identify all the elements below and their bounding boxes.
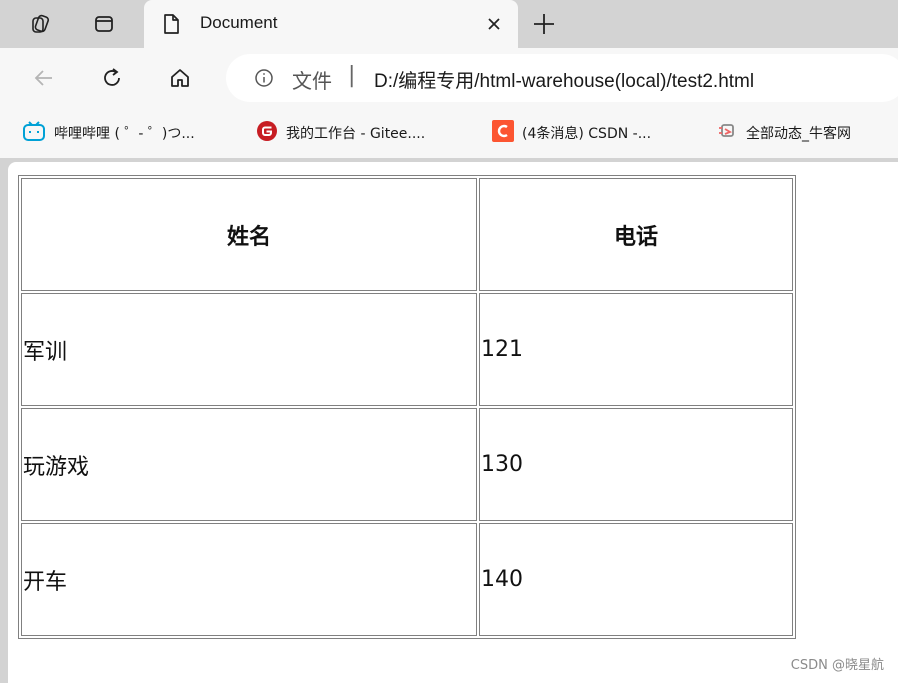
close-icon[interactable] <box>484 14 504 34</box>
bookmark-label: 哔哩哔哩 ( ゜- ゜)つ... <box>54 126 195 142</box>
address-bar[interactable]: 文件 | D:/编程专用/html-warehouse(local)/test2… <box>226 54 898 102</box>
bookmark-label: 我的工作台 - Gitee.... <box>286 126 426 142</box>
table-row: 军训 121 <box>21 293 793 406</box>
table-row: 开车 140 <box>21 523 793 636</box>
tab-document[interactable]: Document <box>144 0 518 48</box>
table-header-row: 姓名 电话 <box>21 178 793 291</box>
bookmarks-bar: 哔哩哔哩 ( ゜- ゜)つ... 我的工作台 - Gitee.... (4条消息… <box>0 108 898 158</box>
bilibili-icon <box>22 120 46 146</box>
watermark: CSDN @晓星航 <box>790 658 884 673</box>
page-viewport: 姓名 电话 军训 121 玩游戏 130 开车 140 CSDN @晓星航 <box>8 162 898 683</box>
new-tab-button[interactable] <box>530 10 558 38</box>
workspaces-icon[interactable] <box>24 8 56 40</box>
bookmark-gitee[interactable]: 我的工作台 - Gitee.... <box>256 120 426 146</box>
toolbar: 文件 | D:/编程专用/html-warehouse(local)/test2… <box>0 48 898 108</box>
bookmark-csdn[interactable]: (4条消息) CSDN -... <box>492 120 652 146</box>
csdn-icon <box>492 120 514 146</box>
bookmark-bilibili[interactable]: 哔哩哔哩 ( ゜- ゜)つ... <box>22 120 195 146</box>
table-row: 玩游戏 130 <box>21 408 793 521</box>
url-text[interactable]: D:/编程专用/html-warehouse(local)/test2.html <box>374 66 754 93</box>
gitee-icon <box>256 120 278 146</box>
nowcoder-icon <box>716 120 738 146</box>
bookmark-label: 全部动态_牛客网 <box>746 126 851 142</box>
cell-phone: 121 <box>479 293 793 406</box>
address-separator: | <box>348 63 356 88</box>
header-name: 姓名 <box>21 178 477 291</box>
page-icon <box>162 13 180 39</box>
tab-title: Document <box>200 13 278 32</box>
cell-name: 军训 <box>21 293 477 406</box>
bookmark-label: (4条消息) CSDN -... <box>522 126 652 142</box>
header-phone: 电话 <box>479 178 793 291</box>
scheme-label: 文件 <box>292 69 332 93</box>
info-icon[interactable] <box>254 68 274 92</box>
tab-actions-icon[interactable] <box>88 8 120 40</box>
cell-phone: 140 <box>479 523 793 636</box>
cell-phone: 130 <box>479 408 793 521</box>
data-table: 姓名 电话 军训 121 玩游戏 130 开车 140 <box>18 175 796 639</box>
back-button[interactable] <box>28 62 60 94</box>
refresh-button[interactable] <box>96 62 128 94</box>
cell-name: 玩游戏 <box>21 408 477 521</box>
tab-strip: Document <box>0 0 898 48</box>
bookmark-nowcoder[interactable]: 全部动态_牛客网 <box>716 122 851 144</box>
cell-name: 开车 <box>21 523 477 636</box>
home-button[interactable] <box>164 62 196 94</box>
